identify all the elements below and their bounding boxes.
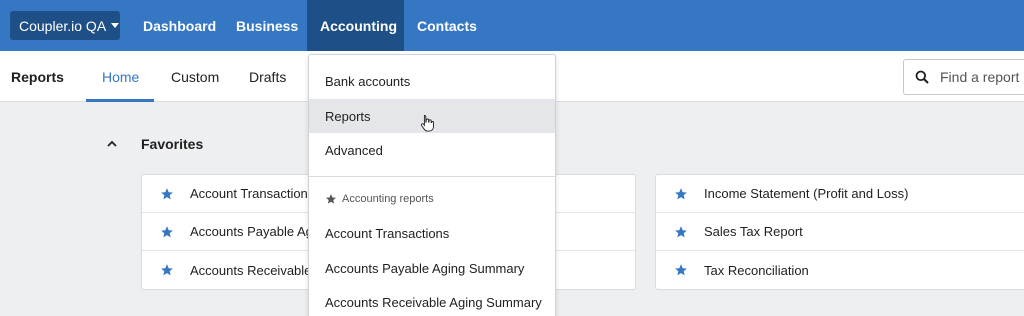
- star-icon[interactable]: [674, 225, 688, 239]
- menu-section-header: Accounting reports: [325, 193, 434, 205]
- nav-accounting[interactable]: Accounting: [307, 0, 404, 51]
- report-name: Income Statement (Profit and Loss): [704, 186, 909, 201]
- list-item[interactable]: Income Statement (Profit and Loss): [656, 175, 1024, 213]
- page-title: Reports: [11, 69, 64, 85]
- star-icon[interactable]: [160, 263, 174, 277]
- organization-switcher[interactable]: Coupler.io QA: [10, 11, 120, 40]
- menu-item-account-transactions[interactable]: Account Transactions: [309, 216, 555, 250]
- search-icon: [915, 70, 929, 84]
- nav-business[interactable]: Business: [236, 0, 298, 51]
- list-item[interactable]: Tax Reconciliation: [656, 251, 1024, 289]
- favorites-title: Favorites: [141, 136, 204, 152]
- star-icon[interactable]: [160, 187, 174, 201]
- top-navigation: Coupler.io QA Dashboard Business Account…: [0, 0, 1024, 51]
- report-name: Accounts Receivable: [190, 262, 312, 278]
- tab-custom[interactable]: Custom: [171, 69, 219, 85]
- menu-divider: [309, 176, 555, 177]
- favorites-card-right: Income Statement (Profit and Loss) Sales…: [655, 174, 1024, 290]
- report-name: Sales Tax Report: [704, 224, 803, 239]
- nav-contacts[interactable]: Contacts: [417, 0, 477, 51]
- star-icon: [326, 194, 336, 204]
- menu-item-ap-aging-summary[interactable]: Accounts Payable Aging Summary: [309, 251, 555, 285]
- menu-item-ar-aging-summary[interactable]: Accounts Receivable Aging Summary: [309, 285, 555, 316]
- star-icon[interactable]: [674, 263, 688, 277]
- menu-item-bank-accounts[interactable]: Bank accounts: [309, 64, 555, 98]
- report-search-input[interactable]: Find a report: [903, 59, 1024, 95]
- tab-home[interactable]: Home: [102, 69, 139, 85]
- report-name: Tax Reconciliation: [704, 262, 809, 278]
- star-icon[interactable]: [674, 187, 688, 201]
- search-placeholder: Find a report: [940, 69, 1020, 85]
- section-header-label: Accounting reports: [342, 193, 434, 205]
- caret-down-icon: [111, 23, 120, 28]
- organization-name: Coupler.io QA: [19, 17, 107, 34]
- menu-item-advanced[interactable]: Advanced: [309, 133, 555, 167]
- active-tab-indicator: [86, 99, 154, 102]
- report-name: Account Transactions: [190, 186, 315, 201]
- hand-cursor-icon: [420, 115, 434, 132]
- report-name: Accounts Payable Ag: [190, 224, 313, 239]
- list-item[interactable]: Sales Tax Report: [656, 213, 1024, 251]
- tab-drafts[interactable]: Drafts: [249, 69, 286, 85]
- accounting-dropdown-menu: Bank accounts Reports Advanced Accountin…: [308, 54, 556, 316]
- star-icon[interactable]: [160, 225, 174, 239]
- collapse-chevron-up-icon[interactable]: [105, 137, 119, 151]
- nav-dashboard[interactable]: Dashboard: [143, 0, 216, 51]
